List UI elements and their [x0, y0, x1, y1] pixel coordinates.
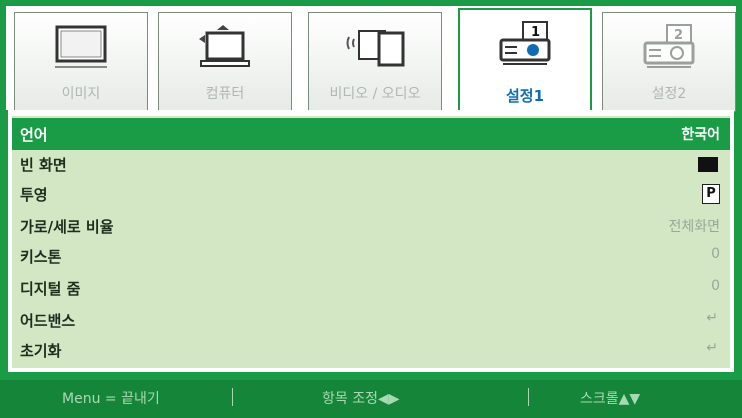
- menu-row-blank-screen[interactable]: 빈 화면: [12, 148, 730, 180]
- osd-menu: 이미지 컴퓨터 비디오 / 오디오 1 설정1 2 설정2 언어 한국어 빈 화…: [0, 0, 742, 418]
- tab-label: 설정2: [651, 86, 687, 102]
- tab-label: 비디오 / 오디오: [329, 86, 421, 102]
- row-label: 가로/세로 비율: [20, 218, 114, 236]
- row-value: 전체화면: [668, 219, 720, 235]
- tab-computer[interactable]: 컴퓨터: [158, 12, 292, 112]
- menu-row-projection[interactable]: 투영 P: [12, 178, 730, 210]
- tab-strip: 이미지 컴퓨터 비디오 / 오디오 1 설정1 2 설정2: [6, 6, 736, 114]
- monitor-icon: [49, 23, 113, 75]
- menu-row-digital-zoom[interactable]: 디지털 줌 0: [12, 272, 730, 304]
- settings-list: 언어 한국어 빈 화면 투영 P 가로/세로 비율 전체화면 키스톤 0 디지털…: [12, 116, 730, 368]
- menu-row-language[interactable]: 언어 한국어: [12, 118, 730, 150]
- row-label: 언어: [20, 126, 48, 144]
- settings-panel: 언어 한국어 빈 화면 투영 P 가로/세로 비율 전체화면 키스톤 0 디지털…: [8, 110, 734, 372]
- footer-divider: [528, 388, 529, 406]
- tab-setup1[interactable]: 1 설정1: [458, 8, 592, 114]
- menu-row-aspect-ratio[interactable]: 가로/세로 비율 전체화면: [12, 210, 730, 242]
- tab-label: 설정1: [505, 87, 545, 105]
- row-label: 디지털 줌: [20, 280, 81, 298]
- row-label: 키스톤: [20, 248, 62, 266]
- menu-exit-hint: Menu = 끝내기: [62, 391, 160, 407]
- video-audio-icon: [343, 23, 407, 75]
- footer-hint-bar: Menu = 끝내기 항목 조정◀▶ 스크롤▲▼: [0, 380, 742, 418]
- row-label: 어드밴스: [20, 312, 76, 330]
- adjust-hint: 항목 조정◀▶: [322, 391, 400, 407]
- computer-icon: [193, 23, 257, 75]
- scroll-hint: 스크롤▲▼: [580, 391, 641, 407]
- row-value: 0: [711, 246, 720, 262]
- enter-icon: ↵: [706, 310, 718, 326]
- row-label: 초기화: [20, 342, 62, 360]
- projector-setup2-icon: 2: [637, 23, 701, 75]
- row-label: 투영: [20, 186, 48, 204]
- enter-icon: ↵: [706, 340, 718, 356]
- tab-label: 이미지: [61, 86, 101, 102]
- tab-setup2[interactable]: 2 설정2: [602, 12, 736, 112]
- svg-text:2: 2: [674, 28, 683, 43]
- menu-row-advanced[interactable]: 어드밴스 ↵: [12, 304, 730, 336]
- tab-label: 컴퓨터: [205, 86, 245, 102]
- footer-divider: [232, 388, 233, 406]
- black-square-icon: [698, 157, 718, 172]
- projection-mode-value: P: [702, 184, 720, 204]
- svg-text:1: 1: [531, 25, 540, 40]
- row-label: 빈 화면: [20, 156, 67, 174]
- row-value: 0: [711, 278, 720, 294]
- menu-row-reset[interactable]: 초기화 ↵: [12, 334, 730, 366]
- projector-setup1-icon: 1: [493, 20, 557, 72]
- row-value: 한국어: [681, 127, 720, 143]
- menu-row-keystone[interactable]: 키스톤 0: [12, 240, 730, 272]
- tab-video-audio[interactable]: 비디오 / 오디오: [308, 12, 442, 112]
- tab-image[interactable]: 이미지: [14, 12, 148, 112]
